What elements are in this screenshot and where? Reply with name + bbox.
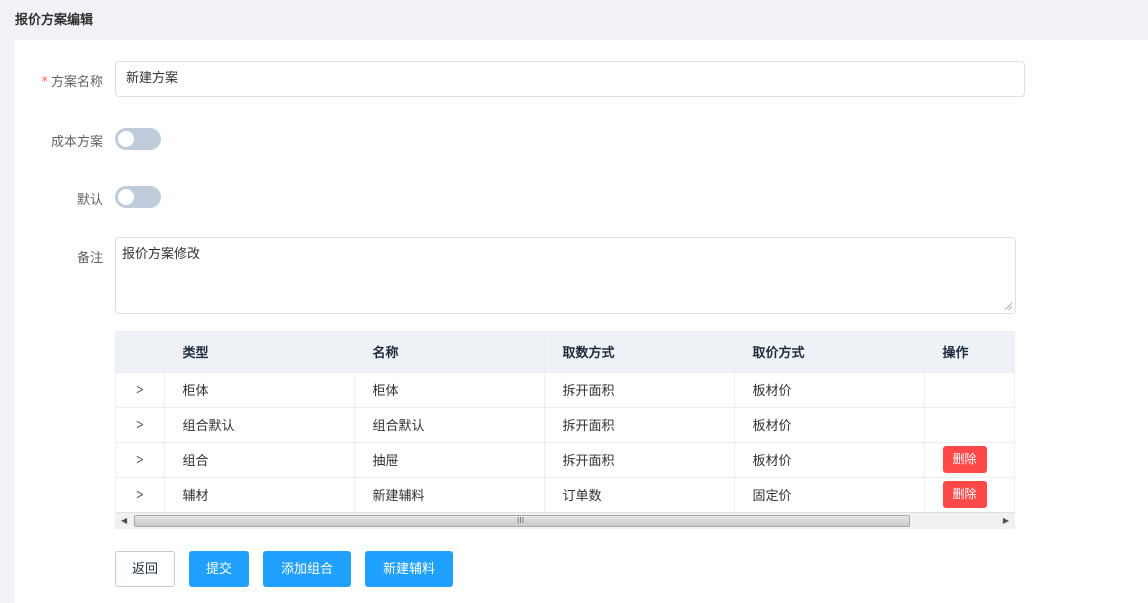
chevron-right-icon: >: [135, 416, 144, 433]
chevron-right-icon: >: [135, 451, 144, 468]
column-header-name: 名称: [354, 332, 545, 373]
cost-plan-switch[interactable]: [115, 128, 161, 150]
cell-action: 删除: [924, 477, 1014, 513]
expand-toggle[interactable]: >: [116, 407, 165, 443]
expand-column-header: [116, 332, 165, 373]
delete-button[interactable]: 删除: [942, 481, 987, 508]
plan-name-input[interactable]: 新建方案: [115, 61, 1025, 97]
cell-name: 抽屉: [354, 442, 545, 478]
cell-name: 组合默认: [354, 407, 545, 443]
scrollbar-thumb[interactable]: III: [134, 515, 910, 527]
remark-label: 备注: [76, 251, 103, 266]
switch-knob: [118, 131, 134, 147]
cell-type: 组合: [164, 442, 355, 478]
table-header-row: 类型 名称 取数方式 取价方式 操作: [116, 332, 1014, 373]
name-label: * 方案名称: [15, 71, 103, 90]
cell-fetch-method: 拆开面积: [544, 372, 735, 408]
back-button[interactable]: 返回: [115, 551, 175, 587]
column-header-type: 类型: [164, 332, 355, 373]
cell-name: 柜体: [354, 372, 545, 408]
cell-fetch-method: 订单数: [544, 477, 735, 513]
cell-price-method: 板材价: [734, 442, 925, 478]
required-mark: *: [41, 75, 48, 90]
cost-plan-label: 成本方案: [50, 135, 103, 150]
column-header-action: 操作: [924, 332, 1014, 373]
form-panel: * 方案名称 新建方案 成本方案 默认 备注 报价方案修改 类型 名称 取数方式 …: [15, 40, 1148, 603]
chevron-right-icon: >: [135, 381, 144, 398]
cell-type: 辅材: [164, 477, 355, 513]
add-group-button[interactable]: 添加组合: [263, 551, 351, 587]
remark-text: 报价方案修改: [122, 247, 201, 262]
cell-action: [924, 407, 1014, 443]
plan-items-table: 类型 名称 取数方式 取价方式 操作 > 柜体 柜体 拆开面积 板材价 > 组合…: [115, 331, 1015, 529]
cell-fetch-method: 拆开面积: [544, 442, 735, 478]
name-label-text: 方案名称: [50, 75, 103, 90]
switch-knob: [118, 189, 134, 205]
horizontal-scrollbar[interactable]: ◀ III ▶: [116, 512, 1014, 529]
cell-price-method: 板材价: [734, 372, 925, 408]
page-title: 报价方案编辑: [15, 13, 94, 28]
table-row: > 辅材 新建辅料 订单数 固定价 删除: [116, 477, 1014, 513]
table-row: > 柜体 柜体 拆开面积 板材价: [116, 372, 1014, 408]
delete-button[interactable]: 删除: [942, 446, 987, 473]
default-label: 默认: [76, 193, 103, 208]
cell-name: 新建辅料: [354, 477, 545, 513]
chevron-right-icon: >: [135, 486, 144, 503]
cell-price-method: 板材价: [734, 407, 925, 443]
column-header-price-method: 取价方式: [734, 332, 925, 373]
resize-handle-icon[interactable]: [1005, 303, 1012, 310]
expand-toggle[interactable]: >: [116, 477, 165, 513]
cell-action: [924, 372, 1014, 408]
remark-textarea[interactable]: 报价方案修改: [115, 237, 1016, 314]
scroll-left-arrow-icon[interactable]: ◀: [121, 516, 127, 525]
cell-price-method: 固定价: [734, 477, 925, 513]
cell-action: 删除: [924, 442, 1014, 478]
default-switch[interactable]: [115, 186, 161, 208]
cell-type: 柜体: [164, 372, 355, 408]
cell-type: 组合默认: [164, 407, 355, 443]
scrollbar-grip-icon: III: [517, 516, 525, 525]
table-row: > 组合 抽屉 拆开面积 板材价 删除: [116, 442, 1014, 478]
table-row: > 组合默认 组合默认 拆开面积 板材价: [116, 407, 1014, 443]
submit-button[interactable]: 提交: [189, 551, 249, 587]
column-header-fetch-method: 取数方式: [544, 332, 735, 373]
expand-toggle[interactable]: >: [116, 372, 165, 408]
new-material-button[interactable]: 新建辅料: [365, 551, 453, 587]
cell-fetch-method: 拆开面积: [544, 407, 735, 443]
page-header: 报价方案编辑: [0, 0, 1148, 40]
expand-toggle[interactable]: >: [116, 442, 165, 478]
scroll-right-arrow-icon[interactable]: ▶: [1003, 516, 1009, 525]
